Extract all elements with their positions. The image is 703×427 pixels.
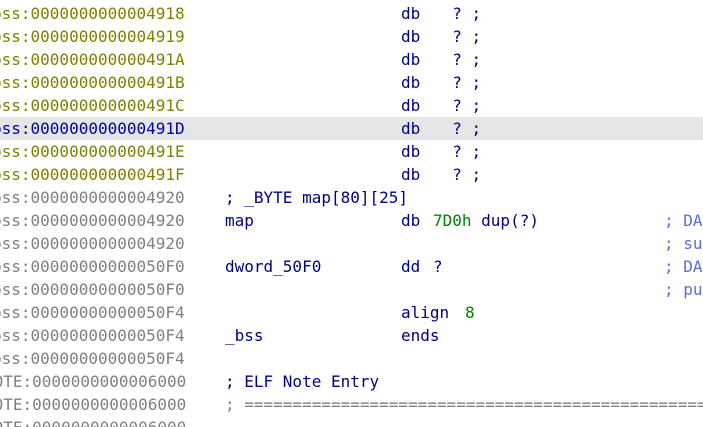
- listing-row[interactable]: bss:000000000000491A db ? ;: [0, 48, 703, 71]
- xref-comment: ; DA: [664, 257, 703, 276]
- mnemonic: db: [401, 142, 421, 161]
- listing-row-selected[interactable]: bss:000000000000491D db ? ;: [0, 117, 703, 140]
- address: bss:00000000000050F4: [0, 303, 185, 322]
- listing-row[interactable]: bss:000000000000491B db ? ;: [0, 71, 703, 94]
- address: bss:000000000000491E: [0, 142, 185, 161]
- listing-row[interactable]: NOTE:0000000000006000: [0, 416, 703, 427]
- operand: 7D0h dup(?): [433, 211, 539, 230]
- operand-number: 7D0h: [433, 211, 472, 230]
- operand: ?: [433, 257, 443, 276]
- listing-row[interactable]: bss:0000000000004920 ; su: [0, 232, 703, 255]
- listing-row[interactable]: bss:000000000000491E db ? ;: [0, 140, 703, 163]
- listing-row[interactable]: bss:0000000000004920 ; _BYTE map[80][25]: [0, 186, 703, 209]
- address: bss:000000000000491F: [0, 165, 185, 184]
- operand: ? ;: [433, 27, 482, 46]
- type-comment: ; _BYTE map[80][25]: [225, 188, 409, 207]
- operand: ? ;: [433, 119, 482, 138]
- operand: ? ;: [433, 73, 482, 92]
- operand: ? ;: [433, 4, 482, 23]
- mnemonic: db: [401, 119, 421, 138]
- listing-row[interactable]: bss:00000000000050F4 align 8: [0, 301, 703, 324]
- symbol-label[interactable]: map: [225, 209, 254, 232]
- operand: ? ;: [433, 50, 482, 69]
- address: NOTE:0000000000006000: [0, 372, 187, 391]
- mnemonic: db: [401, 96, 421, 115]
- listing-row[interactable]: bss:00000000000050F4: [0, 347, 703, 370]
- xref-comment: ; su: [664, 234, 703, 253]
- operand: ? ;: [433, 96, 482, 115]
- symbol-label[interactable]: dword_50F0: [225, 255, 321, 278]
- listing-row[interactable]: bss:000000000000491C db ? ;: [0, 94, 703, 117]
- listing-row[interactable]: bss:0000000000004918 db ? ;: [0, 2, 703, 25]
- address: bss:000000000000491B: [0, 73, 185, 92]
- listing-row[interactable]: NOTE:0000000000006000 ; ELF Note Entry: [0, 370, 703, 393]
- address: bss:0000000000004919: [0, 27, 185, 46]
- listing-row[interactable]: bss:00000000000050F0 dword_50F0 dd ? ; D…: [0, 255, 703, 278]
- listing-row[interactable]: bss:0000000000004920 map db 7D0h dup(?) …: [0, 209, 703, 232]
- mnemonic: db: [401, 27, 421, 46]
- operand: ? ;: [433, 142, 482, 161]
- address: bss:0000000000004920: [0, 188, 185, 207]
- disassembly-listing[interactable]: bss:0000000000004918 db ? ; bss:00000000…: [0, 0, 703, 427]
- xref-comment: ; DA: [664, 211, 703, 230]
- listing-row[interactable]: NOTE:0000000000006000 ; ================…: [0, 393, 703, 416]
- mnemonic: dd: [401, 257, 421, 276]
- separator-comment: ; ======================================…: [225, 395, 703, 414]
- address: NOTE:0000000000006000: [0, 416, 186, 427]
- segment-label[interactable]: _bss: [225, 324, 264, 347]
- mnemonic: db: [401, 211, 421, 230]
- address: bss:00000000000050F4: [0, 326, 185, 345]
- address: bss:0000000000004920: [0, 234, 185, 253]
- address: bss:0000000000004920: [0, 211, 185, 230]
- listing-row[interactable]: bss:000000000000491F db ? ;: [0, 163, 703, 186]
- address: bss:000000000000491D: [0, 119, 185, 138]
- listing-row[interactable]: bss:00000000000050F0 ; pu: [0, 278, 703, 301]
- address: bss:000000000000491A: [0, 50, 185, 69]
- address: bss:00000000000050F4: [0, 349, 185, 368]
- mnemonic: db: [401, 50, 421, 69]
- listing-row[interactable]: bss:00000000000050F4 _bss ends: [0, 324, 703, 347]
- address: bss:000000000000491C: [0, 96, 185, 115]
- section-comment: ; ELF Note Entry: [225, 372, 380, 391]
- mnemonic: db: [401, 73, 421, 92]
- mnemonic: db: [401, 4, 421, 23]
- mnemonic: align: [401, 303, 450, 322]
- address: NOTE:0000000000006000: [0, 395, 187, 414]
- address: bss:00000000000050F0: [0, 257, 185, 276]
- operand: ? ;: [433, 165, 482, 184]
- xref-comment: ; pu: [664, 280, 703, 299]
- operand-number: 8: [465, 303, 475, 322]
- listing-row[interactable]: bss:0000000000004919 db ? ;: [0, 25, 703, 48]
- mnemonic: db: [401, 165, 421, 184]
- mnemonic: ends: [401, 326, 440, 345]
- address: bss:00000000000050F0: [0, 280, 185, 299]
- address: bss:0000000000004918: [0, 4, 185, 23]
